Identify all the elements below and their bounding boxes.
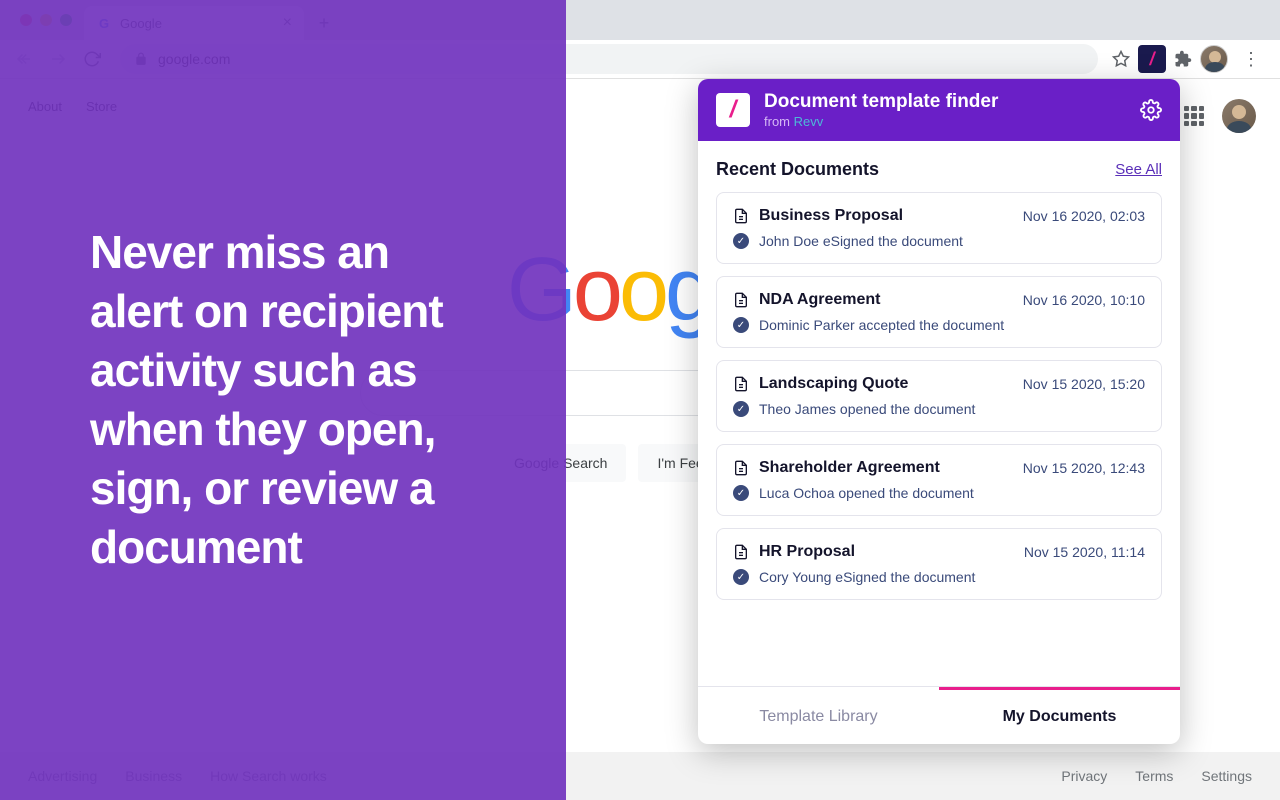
document-timestamp: Nov 16 2020, 02:03 (1023, 208, 1145, 224)
document-timestamp: Nov 15 2020, 15:20 (1023, 376, 1145, 392)
document-status: Theo James opened the document (759, 401, 975, 417)
apps-grid-icon[interactable] (1184, 106, 1204, 126)
document-card[interactable]: Landscaping Quote Nov 15 2020, 15:20 ✓ Theo… (716, 360, 1162, 432)
popup-title: Document template finder (764, 91, 1126, 114)
document-status: Luca Ochoa opened the document (759, 485, 974, 501)
popup-subtitle: from Revv (764, 114, 1126, 129)
privacy-link[interactable]: Privacy (1061, 768, 1107, 784)
document-status: Dominic Parker accepted the document (759, 317, 1004, 333)
document-icon (733, 207, 749, 225)
terms-link[interactable]: Terms (1135, 768, 1173, 784)
check-icon: ✓ (733, 317, 749, 333)
tab-my-documents[interactable]: My Documents (939, 687, 1180, 744)
document-timestamp: Nov 15 2020, 12:43 (1023, 460, 1145, 476)
gear-icon (1140, 99, 1162, 121)
settings-link[interactable]: Settings (1201, 768, 1252, 784)
document-name: Shareholder Agreement (759, 459, 1013, 477)
revv-extension-button[interactable]: / (1138, 45, 1166, 73)
document-timestamp: Nov 16 2020, 10:10 (1023, 292, 1145, 308)
document-timestamp: Nov 15 2020, 11:14 (1024, 544, 1145, 560)
profile-avatar[interactable] (1200, 45, 1228, 73)
google-top-right (1184, 99, 1256, 133)
browser-menu-button[interactable]: ⋮ (1236, 49, 1266, 70)
tab-template-library[interactable]: Template Library (698, 687, 939, 744)
google-avatar[interactable] (1222, 99, 1256, 133)
check-icon: ✓ (733, 233, 749, 249)
check-icon: ✓ (733, 569, 749, 585)
puzzle-icon (1174, 50, 1192, 68)
document-status: John Doe eSigned the document (759, 233, 963, 249)
star-icon (1112, 50, 1130, 68)
section-title: Recent Documents (716, 159, 879, 180)
document-status: Cory Young eSigned the document (759, 569, 975, 585)
promo-headline: Never miss an alert on recipient activit… (90, 223, 476, 576)
document-name: Business Proposal (759, 207, 1013, 225)
document-card[interactable]: HR Proposal Nov 15 2020, 11:14 ✓ Cory Young… (716, 528, 1162, 600)
popup-body: Recent Documents See All Business Propos… (698, 141, 1180, 686)
document-name: HR Proposal (759, 543, 1014, 561)
section-header: Recent Documents See All (716, 159, 1162, 180)
bookmark-button[interactable] (1112, 50, 1130, 68)
extension-popup: / Document template finder from Revv Rec… (698, 79, 1180, 744)
toolbar-right: / ⋮ (1112, 45, 1270, 73)
check-icon: ✓ (733, 401, 749, 417)
document-icon (733, 291, 749, 309)
documents-list: Business Proposal Nov 16 2020, 02:03 ✓ John… (716, 192, 1162, 600)
document-card[interactable]: Shareholder Agreement Nov 15 2020, 12:43 ✓… (716, 444, 1162, 516)
document-icon (733, 459, 749, 477)
check-icon: ✓ (733, 485, 749, 501)
document-name: Landscaping Quote (759, 375, 1013, 393)
popup-tabs: Template Library My Documents (698, 686, 1180, 744)
popup-header: / Document template finder from Revv (698, 79, 1180, 141)
document-card[interactable]: NDA Agreement Nov 16 2020, 10:10 ✓ Dominic … (716, 276, 1162, 348)
see-all-link[interactable]: See All (1115, 161, 1162, 178)
document-name: NDA Agreement (759, 291, 1013, 309)
extensions-button[interactable] (1174, 50, 1192, 68)
settings-button[interactable] (1140, 99, 1162, 121)
revv-logo-icon: / (716, 93, 750, 127)
promo-overlay: Never miss an alert on recipient activit… (0, 0, 566, 800)
document-icon (733, 375, 749, 393)
document-card[interactable]: Business Proposal Nov 16 2020, 02:03 ✓ John… (716, 192, 1162, 264)
document-icon (733, 543, 749, 561)
